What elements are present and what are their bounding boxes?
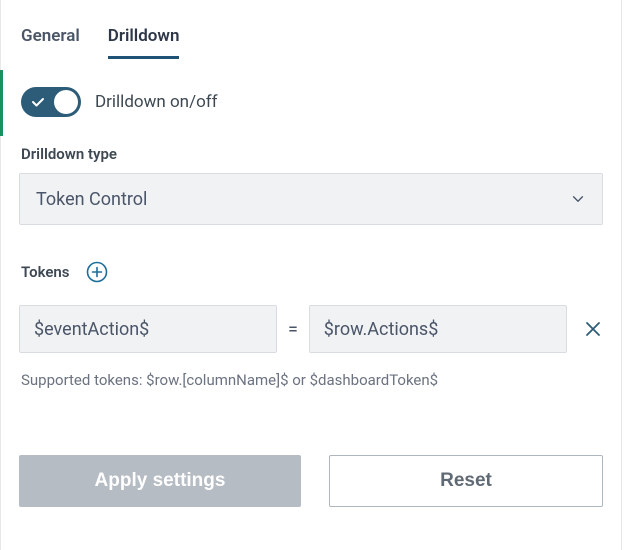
tokens-header: Tokens	[19, 261, 603, 283]
reset-button[interactable]: Reset	[329, 455, 603, 507]
drilldown-type-label: Drilldown type	[19, 145, 603, 163]
token-name-input[interactable]	[19, 305, 277, 353]
toggle-row: Drilldown on/off	[19, 87, 603, 117]
tab-drilldown[interactable]: Drilldown	[108, 26, 180, 59]
chevron-down-icon	[570, 191, 586, 207]
equals-sign: =	[287, 319, 299, 340]
active-indicator	[0, 70, 3, 136]
drilldown-toggle[interactable]	[21, 87, 81, 117]
tabs: General Drilldown	[19, 0, 603, 59]
toggle-knob	[54, 90, 78, 114]
tokens-label: Tokens	[21, 263, 70, 281]
tokens-help-text: Supported tokens: $row.[columnName]$ or …	[19, 371, 603, 389]
check-icon	[31, 95, 45, 109]
apply-settings-button[interactable]: Apply settings	[19, 455, 301, 507]
token-value-input[interactable]	[309, 305, 567, 353]
drilldown-type-select[interactable]: Token Control	[19, 173, 603, 225]
token-row: =	[19, 305, 603, 353]
remove-token-button[interactable]	[583, 317, 603, 341]
drilldown-settings-panel: General Drilldown Drilldown on/off Drill…	[0, 0, 622, 550]
toggle-label: Drilldown on/off	[95, 92, 218, 112]
add-token-button[interactable]	[86, 261, 108, 283]
tab-general[interactable]: General	[21, 26, 80, 59]
button-row: Apply settings Reset	[19, 455, 603, 507]
drilldown-type-value: Token Control	[36, 189, 147, 210]
